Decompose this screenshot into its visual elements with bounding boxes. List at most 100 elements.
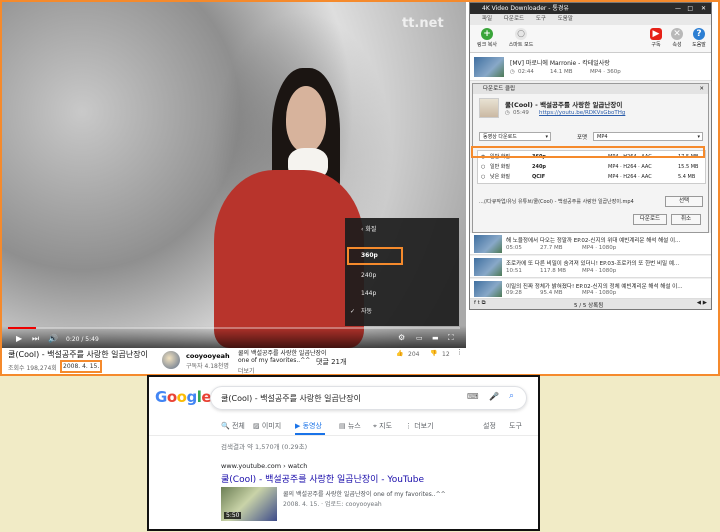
item-title: 해 노을정에서 다오는 정말까 EP.02-신지의 위대 예빈계리운 해석 해설… xyxy=(506,238,681,244)
quality-row-qcif[interactable]: ○ 낮은 화질 QCIF MP4 · H264 · AAC 5.4 MB xyxy=(478,172,705,182)
item-duration: 02:44 xyxy=(518,69,534,75)
item-size: 117.8 MB xyxy=(540,268,567,274)
download-item-3[interactable]: 이밀의 진짜 정체가 밝혀졌다! EP.02-신지의 정체 예빈계리운 해석 해… xyxy=(470,279,711,299)
item-duration: 09:28 xyxy=(506,290,522,296)
youtube-icon: ▶ xyxy=(650,28,662,40)
bulb-icon: ○ xyxy=(515,28,527,40)
mode-select[interactable]: 동영상 다운로드 ▾ xyxy=(479,132,551,141)
format-select[interactable]: MP4 ▾ xyxy=(593,132,703,141)
more-menu-icon[interactable]: ⋮ xyxy=(456,348,463,356)
item-thumbnail xyxy=(474,235,502,253)
view-count: 조회수 198,274회 xyxy=(8,365,57,372)
item-title: [MV] 마로니에 Marronie - 칵테일사랑 xyxy=(510,60,610,67)
video-duration-badge: 5:50 xyxy=(224,512,242,519)
like-icon[interactable]: 👍 xyxy=(396,350,403,357)
item-duration: 05:05 xyxy=(506,245,522,251)
minimize-icon[interactable]: — xyxy=(675,3,681,14)
menu-download[interactable]: 다운로드 xyxy=(504,16,524,22)
download-button[interactable]: 다운로드 xyxy=(633,214,667,225)
downloader-statusbar: f t ⧉ 5 / 5 상록됨 ◀ ▶ xyxy=(470,299,711,309)
video-title: 쿨(Cool) - 백설공주를 사랑한 일곱난장이 xyxy=(8,350,148,359)
miniplayer-icon[interactable]: ▭ xyxy=(416,334,423,342)
result-thumbnail[interactable]: 5:50 xyxy=(221,487,277,521)
channel-name[interactable]: cooyooyeah xyxy=(186,352,230,360)
clip-title: 쿨(Cool) - 백설공주를 사랑한 일곱난장이 xyxy=(505,101,623,109)
share-icon[interactable]: f t ⧉ xyxy=(474,300,486,307)
channel-avatar[interactable] xyxy=(162,351,180,369)
item-title: 이밀의 진짜 정체가 밝혀졌다! EP.02-신지의 정체 예빈계리운 해석 해… xyxy=(506,284,683,290)
settings-button[interactable]: ✕ 속성 xyxy=(667,26,687,48)
google-tabs: 🔍 전체 ▨ 이미지 ▶ 동영상 ▤ 뉴스 ⌖ 지도 ⋮ 더보기 설정 도구 xyxy=(221,421,531,435)
highlight-360p xyxy=(347,247,403,265)
download-item-2[interactable]: 조로카에 또 다른 비밀이 숨겨져 있더니! EP.03-조로카의 또 한번 비… xyxy=(470,256,711,278)
player-controls: ▶ ⏭ 🔊 0:20 / 5:49 ⚙ ▭ ▬ ⛶ xyxy=(2,326,466,348)
download-item-1[interactable]: 해 노을정에서 다오는 정말까 EP.02-신지의 위대 예빈계리운 해석 해설… xyxy=(470,233,711,255)
close-icon[interactable]: ✕ xyxy=(701,3,706,14)
nav-arrows-icon[interactable]: ◀ ▶ xyxy=(697,300,707,306)
item-format: MP4 · 1080p xyxy=(582,268,617,274)
more-link[interactable]: 더보기 xyxy=(238,366,255,375)
tools-link[interactable]: 도구 xyxy=(509,421,522,431)
result-url[interactable]: www.youtube.com › watch xyxy=(221,462,307,470)
item-size: 27.7 MB xyxy=(540,245,563,251)
comment-count: 댓글 21개 xyxy=(316,358,347,366)
maximize-icon[interactable]: □ xyxy=(687,3,693,14)
tab-images[interactable]: ▨ 이미지 xyxy=(253,421,281,431)
tab-videos[interactable]: ▶ 동영상 xyxy=(295,421,322,431)
quality-option-144p[interactable]: 144p xyxy=(345,284,459,304)
quality-option-240p[interactable]: 240p xyxy=(345,266,459,286)
help-button[interactable]: ? 도움말 xyxy=(688,26,710,48)
tab-maps[interactable]: ⌖ 지도 xyxy=(373,421,392,431)
quality-option-auto[interactable]: 자동 xyxy=(345,302,459,322)
smart-mode-button[interactable]: ○ 스마트 모드 xyxy=(504,26,538,48)
keyboard-icon[interactable]: ⌨ xyxy=(467,392,479,401)
tab-news[interactable]: ▤ 뉴스 xyxy=(339,421,361,431)
highlight-date xyxy=(60,360,102,373)
volume-icon[interactable]: 🔊 xyxy=(48,334,58,343)
search-query[interactable]: 쿨(Cool) - 백설공주를 사랑한 일곱난장이 xyxy=(221,393,361,404)
downloader-toolbar: + 링크 복사 ○ 스마트 모드 ▶ 구독 ✕ 속성 ? 도움말 xyxy=(470,25,711,53)
settings-link[interactable]: 설정 xyxy=(483,421,496,431)
browse-button[interactable]: 선택 xyxy=(665,196,703,207)
cancel-button[interactable]: 취소 xyxy=(671,214,701,225)
quality-row-240p[interactable]: ○ 일반 화질 240p MP4 · H264 · AAC 15.5 MB xyxy=(478,162,705,172)
gear-icon[interactable]: ⚙ xyxy=(398,333,405,342)
progress-track[interactable] xyxy=(8,327,460,329)
download-item-top[interactable]: [MV] 마로니에 Marronie - 칵테일사랑 ◷ 02:44 14.1 … xyxy=(470,53,711,81)
menu-tools[interactable]: 도구 xyxy=(536,16,546,22)
menu-help[interactable]: 도움말 xyxy=(558,16,573,22)
theater-icon[interactable]: ▬ xyxy=(432,334,439,342)
menu-header[interactable]: ‹ 화질 xyxy=(345,220,459,240)
tab-all[interactable]: 🔍 전체 xyxy=(221,421,245,431)
wrench-icon: ✕ xyxy=(671,28,683,40)
mic-icon[interactable]: 🎤 xyxy=(489,392,499,401)
next-icon[interactable]: ⏭ xyxy=(32,334,39,344)
paste-link-button[interactable]: + 링크 복사 xyxy=(473,26,501,48)
tab-more[interactable]: ⋮ 더보기 xyxy=(405,421,434,431)
play-icon[interactable]: ▶ xyxy=(16,334,22,343)
highlight-quality-360p xyxy=(471,146,705,158)
dialog-titlebar: 다운로드 클립 ✕ xyxy=(473,84,708,94)
search-box[interactable]: 쿨(Cool) - 백설공주를 사랑한 일곱난장이 ⌨ 🎤 ⌕ xyxy=(210,386,527,410)
quality-settings-menu: ‹ 화질 360p 240p 144p ✓ 자동 xyxy=(345,218,459,326)
result-meta: 2008. 4. 15. · 업로드: cooyooyeah xyxy=(283,501,382,508)
clip-url[interactable]: https://youtu.be/RDKVsGboTHg xyxy=(539,110,625,116)
subscribe-button[interactable]: ▶ 구독 xyxy=(646,26,666,48)
menu-file[interactable]: 파일 xyxy=(482,16,492,22)
item-format: MP4 · 1080p xyxy=(582,245,617,251)
progress-played xyxy=(8,327,36,329)
dislike-icon[interactable]: 👎 xyxy=(430,350,437,357)
clip-thumbnail xyxy=(479,98,499,118)
download-clip-dialog: 다운로드 클립 ✕ 쿨(Cool) - 백설공주를 사랑한 일곱난장이 ◷ 05… xyxy=(472,83,709,233)
google-logo[interactable]: Google xyxy=(155,388,212,406)
description-line1: 쿨의 백설공주를 사랑한 일곱난장이 xyxy=(238,350,327,357)
fullscreen-icon[interactable]: ⛶ xyxy=(448,333,454,343)
item-title: 조로카에 또 다른 비밀이 숨겨져 있더니! EP.03-조로카의 또 한번 비… xyxy=(506,261,680,267)
result-title[interactable]: 쿨(Cool) - 백설공주를 사랑한 일곱난장이 - YouTube xyxy=(221,472,424,485)
subscriber-count: 구독자 4.18천명 xyxy=(186,363,229,370)
chevron-down-icon: ▾ xyxy=(697,134,700,140)
time-display: 0:20 / 5:49 xyxy=(66,336,99,343)
dialog-close-icon[interactable]: ✕ xyxy=(699,84,704,94)
search-icon[interactable]: ⌕ xyxy=(509,391,514,401)
video-figure-coat xyxy=(214,170,364,348)
